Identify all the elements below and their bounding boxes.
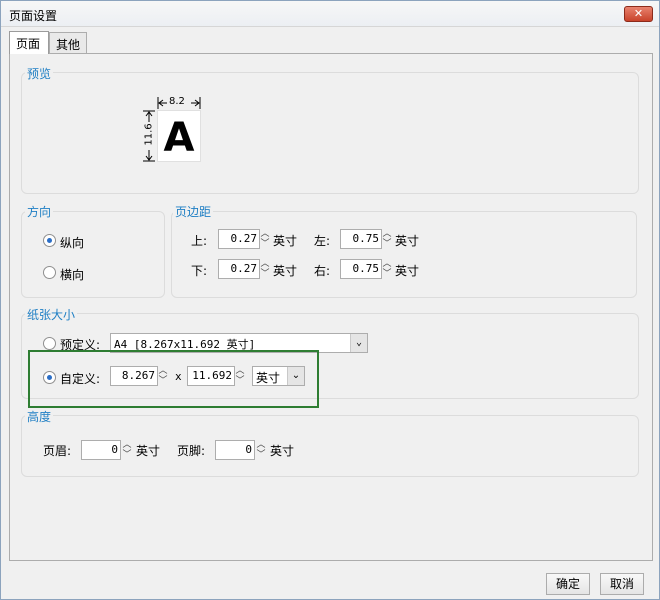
header-spinner[interactable]: ︿ ﹀ bbox=[121, 440, 133, 460]
chevron-down-icon[interactable]: ﹀ bbox=[121, 450, 133, 460]
preview-height-label: 11.6 bbox=[143, 123, 155, 146]
chevron-up-icon[interactable]: ︿ bbox=[259, 229, 271, 239]
title-bar[interactable]: 页面设置 ✕ bbox=[1, 1, 659, 27]
margin-top-unit: 英寸 bbox=[273, 234, 298, 248]
footer-spinner[interactable]: ︿ ﹀ bbox=[255, 440, 267, 460]
ok-button[interactable]: 确定 bbox=[546, 573, 590, 595]
margin-right-input[interactable]: 0.75 bbox=[340, 259, 382, 279]
custom-size-highlight bbox=[28, 350, 319, 408]
margin-right-unit: 英寸 bbox=[395, 264, 420, 278]
chevron-up-icon[interactable]: ︿ bbox=[255, 440, 267, 450]
margin-bottom-input[interactable]: 0.27 bbox=[218, 259, 260, 279]
margin-left-unit: 英寸 bbox=[395, 234, 420, 248]
preview-width-dimension: 8.2 bbox=[157, 96, 201, 110]
chevron-up-icon[interactable]: ︿ bbox=[381, 259, 393, 269]
margin-bottom-spinner[interactable]: ︿ ﹀ bbox=[259, 259, 271, 279]
chevron-up-icon[interactable]: ︿ bbox=[259, 259, 271, 269]
margin-left-spinner[interactable]: ︿ ﹀ bbox=[381, 229, 393, 249]
orientation-title: 方向 bbox=[25, 203, 54, 220]
footer-unit: 英寸 bbox=[270, 444, 295, 458]
margins-title: 页边距 bbox=[173, 203, 214, 220]
paper-size-title: 纸张大小 bbox=[25, 306, 78, 323]
preview-height-dimension: 11.6 bbox=[142, 110, 156, 162]
chevron-down-icon[interactable]: ﹀ bbox=[381, 269, 393, 279]
chevron-down-icon[interactable]: ⌄ bbox=[350, 334, 367, 352]
footer-label: 页脚: bbox=[177, 444, 206, 458]
preview-group bbox=[21, 72, 639, 194]
preview-width-label: 8.2 bbox=[169, 96, 185, 107]
margin-top-spinner[interactable]: ︿ ﹀ bbox=[259, 229, 271, 249]
margin-top-label: 上: bbox=[191, 234, 208, 248]
chevron-down-icon[interactable]: ﹀ bbox=[255, 450, 267, 460]
predefined-radio[interactable] bbox=[43, 337, 56, 350]
header-unit: 英寸 bbox=[136, 444, 161, 458]
landscape-radio[interactable] bbox=[43, 266, 56, 279]
chevron-up-icon[interactable]: ︿ bbox=[121, 440, 133, 450]
margin-right-spinner[interactable]: ︿ ﹀ bbox=[381, 259, 393, 279]
chevron-down-icon[interactable]: ﹀ bbox=[259, 269, 271, 279]
tab-other[interactable]: 其他 bbox=[49, 32, 87, 54]
header-label: 页眉: bbox=[43, 444, 72, 458]
preview-page: A bbox=[157, 110, 201, 162]
landscape-label: 横向 bbox=[60, 268, 85, 282]
page-setup-dialog: 页面设置 ✕ 页面 其他 预览 8.2 11.6 A 方向 纵向 横向 页边距 … bbox=[0, 0, 660, 600]
close-button[interactable]: ✕ bbox=[624, 6, 653, 22]
preview-title: 预览 bbox=[25, 65, 54, 82]
header-input[interactable]: 0 bbox=[81, 440, 121, 460]
height-title: 高度 bbox=[25, 408, 54, 425]
margin-top-input[interactable]: 0.27 bbox=[218, 229, 260, 249]
margin-right-label: 右: bbox=[314, 264, 331, 278]
footer-input[interactable]: 0 bbox=[215, 440, 255, 460]
chevron-down-icon[interactable]: ﹀ bbox=[259, 239, 271, 249]
orientation-group bbox=[21, 211, 165, 298]
cancel-button[interactable]: 取消 bbox=[600, 573, 644, 595]
chevron-up-icon[interactable]: ︿ bbox=[381, 229, 393, 239]
margin-bottom-label: 下: bbox=[191, 264, 208, 278]
portrait-radio[interactable] bbox=[43, 234, 56, 247]
margins-group bbox=[171, 211, 637, 298]
margin-left-label: 左: bbox=[314, 234, 331, 248]
tab-page[interactable]: 页面 bbox=[9, 31, 49, 54]
dialog-title: 页面设置 bbox=[9, 9, 58, 23]
margin-bottom-unit: 英寸 bbox=[273, 264, 298, 278]
margin-left-input[interactable]: 0.75 bbox=[340, 229, 382, 249]
chevron-down-icon[interactable]: ﹀ bbox=[381, 239, 393, 249]
portrait-label: 纵向 bbox=[60, 236, 85, 250]
